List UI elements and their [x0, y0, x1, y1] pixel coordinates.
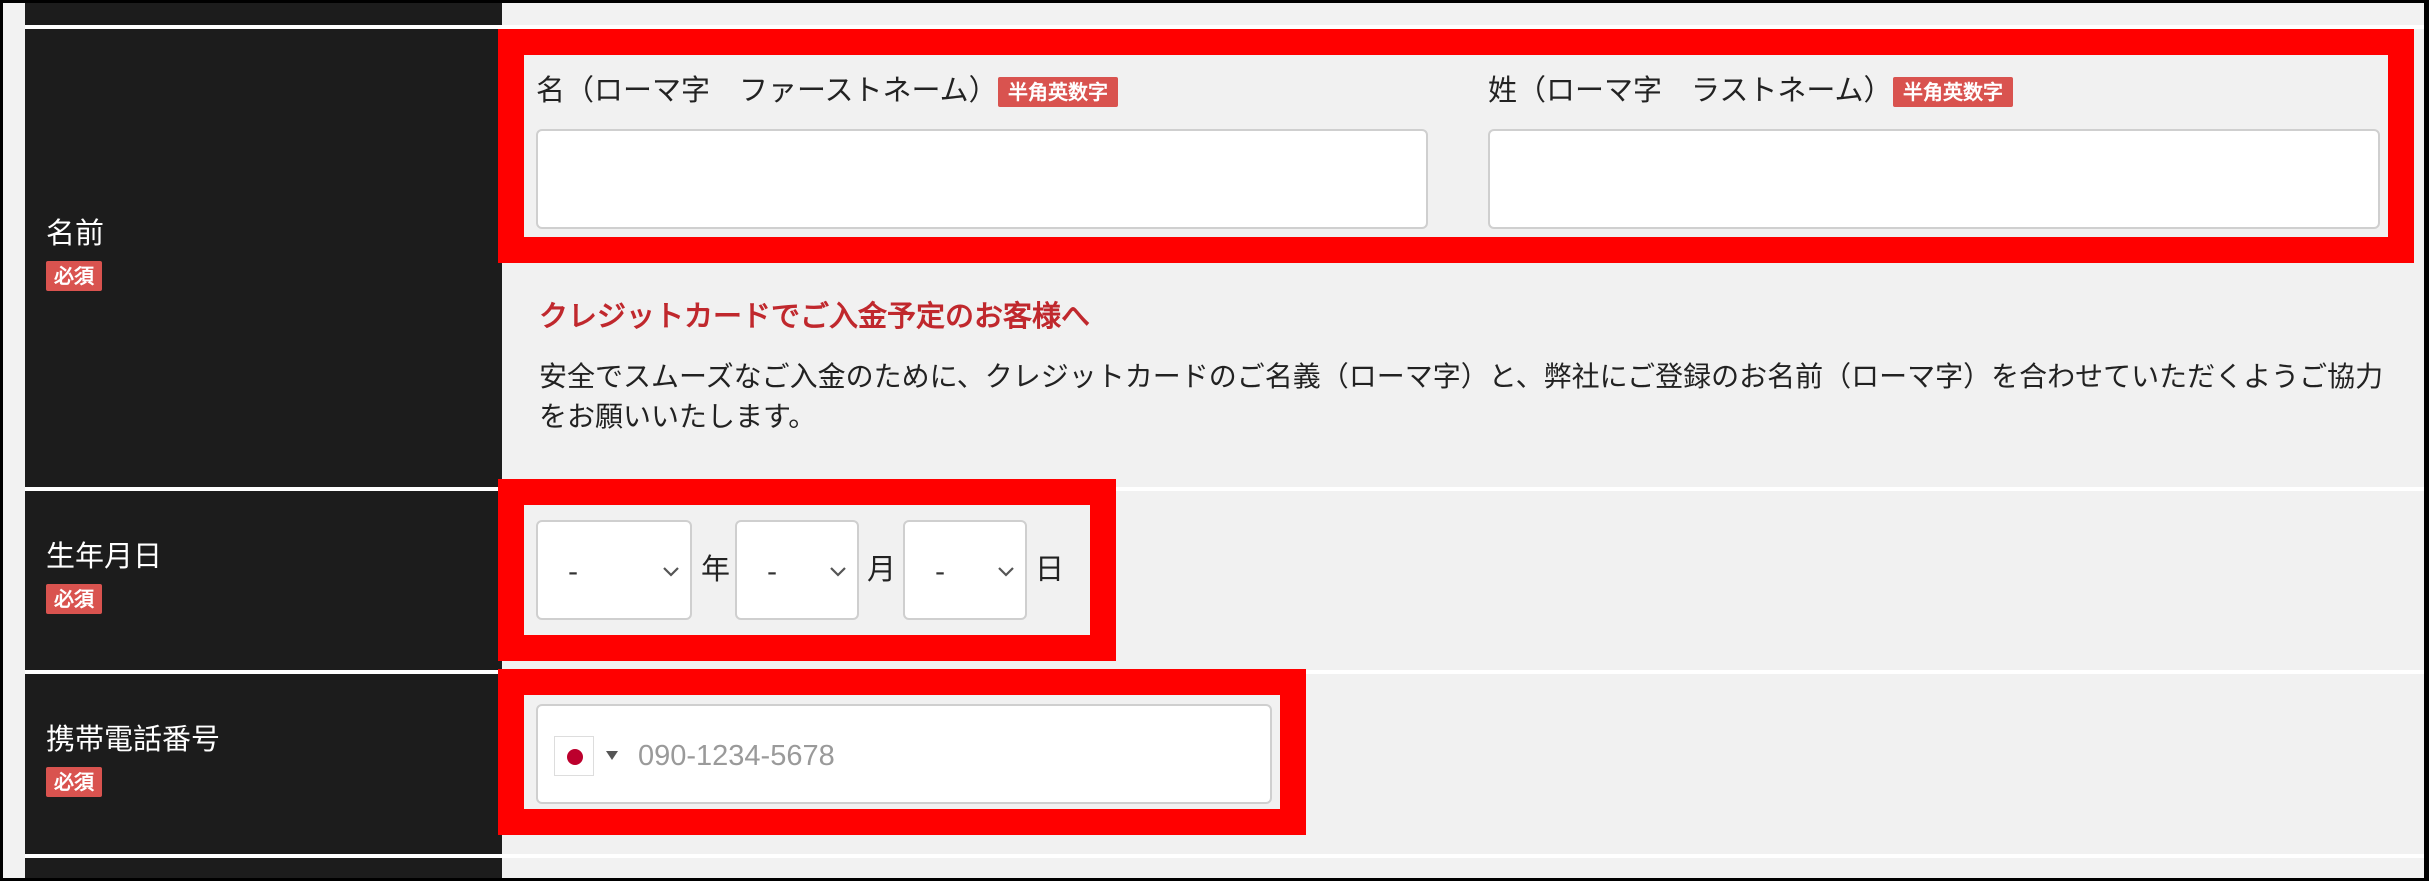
birth-year-select[interactable]: - [536, 520, 692, 620]
name-row-header [25, 29, 502, 487]
left-margin [3, 3, 25, 878]
form-table: 名前 必須 名（ローマ字 ファーストネーム） 半角英数字 姓（ローマ字 ラストネ… [3, 3, 2424, 878]
phone-label: 携帯電話番号 [46, 722, 221, 756]
mobile-phone-input[interactable] [638, 728, 1218, 784]
birth-year-value: - [568, 555, 579, 588]
first-name-alnum-badge: 半角英数字 [998, 77, 1118, 107]
phone-row-header [25, 674, 502, 854]
birthday-required-badge: 必須 [46, 584, 102, 614]
birth-day-select[interactable]: - [903, 520, 1027, 620]
screenshot-frame: 名前 必須 名（ローマ字 ファーストネーム） 半角英数字 姓（ローマ字 ラストネ… [0, 0, 2429, 881]
year-unit: 年 [701, 552, 731, 586]
japan-flag-icon[interactable] [554, 736, 594, 776]
phone-required-badge: 必須 [46, 767, 102, 797]
chevron-down-icon [830, 567, 846, 577]
chevron-down-icon [998, 567, 1014, 577]
mobile-phone-input-group[interactable] [536, 704, 1272, 804]
month-unit: 月 [867, 552, 897, 586]
chevron-down-icon [663, 567, 679, 577]
first-name-label: 名（ローマ字 ファーストネーム） [536, 73, 998, 107]
next-row-header [25, 858, 502, 878]
caret-down-icon[interactable] [606, 751, 618, 760]
day-unit: 日 [1035, 552, 1065, 586]
birthday-label: 生年月日 [46, 539, 163, 573]
previous-row-header [25, 3, 502, 25]
birth-month-select[interactable]: - [735, 520, 859, 620]
credit-card-notice-title: クレジットカードでご入金予定のお客様へ [539, 299, 1091, 333]
birth-day-value: - [935, 555, 946, 588]
birthday-row-header [25, 491, 502, 670]
name-label: 名前 [46, 216, 105, 250]
last-name-label: 姓（ローマ字 ラストネーム） [1488, 73, 1893, 107]
credit-card-notice-body: 安全でスムーズなご入金のために、クレジットカードのご名義（ローマ字）と、弊社にご… [539, 360, 2384, 433]
last-name-input[interactable] [1488, 129, 2380, 229]
last-name-alnum-badge: 半角英数字 [1893, 77, 2013, 107]
name-required-badge: 必須 [46, 261, 102, 291]
birth-month-value: - [767, 555, 778, 588]
first-name-input[interactable] [536, 129, 1428, 229]
